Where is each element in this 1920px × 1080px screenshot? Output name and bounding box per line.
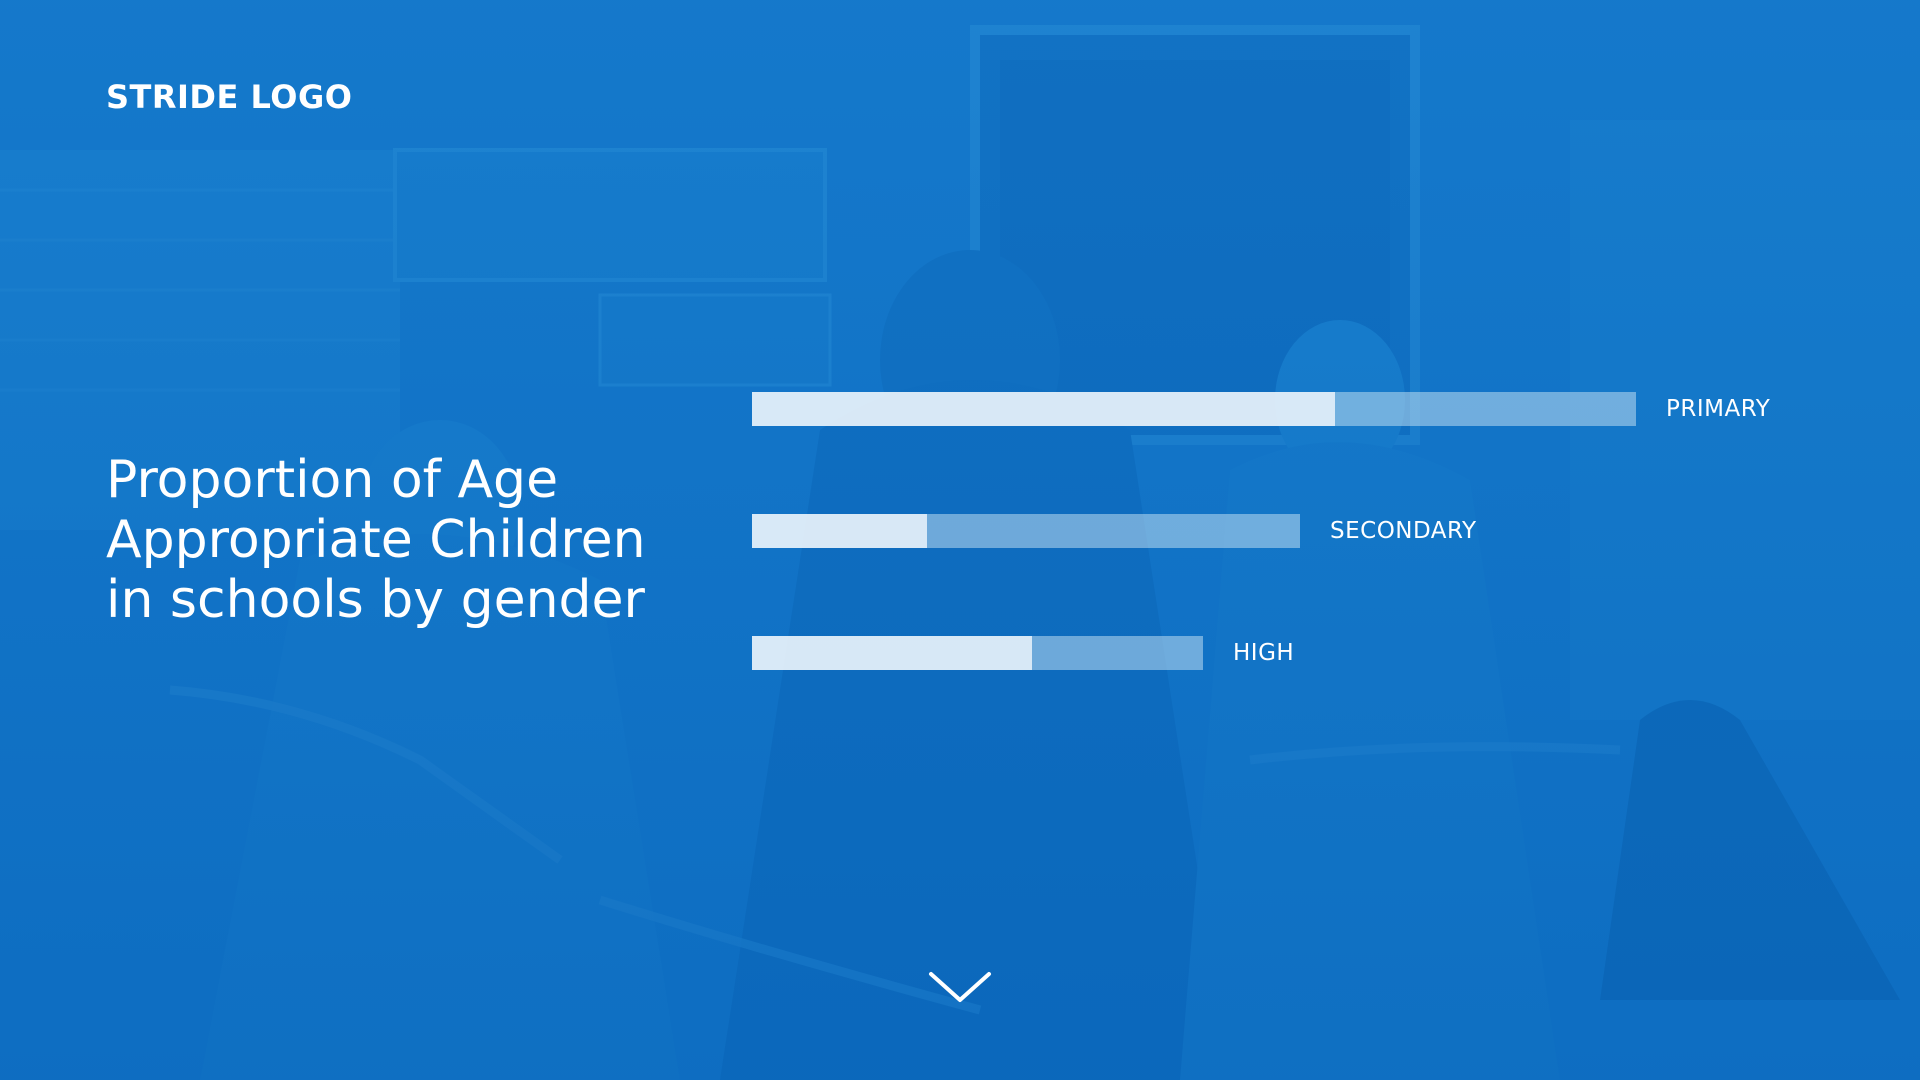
stride-logo[interactable]: STRIDE LOGO [106, 78, 352, 116]
page-title-line: Appropriate Children [106, 510, 646, 570]
slide: STRIDE LOGO Proportion of Age Appropriat… [0, 0, 1920, 1080]
page-title-line: Proportion of Age [106, 450, 559, 510]
page-title-line: in schools by gender [106, 570, 645, 630]
page-title: Proportion of Age Appropriate Children i… [106, 450, 706, 630]
chevron-down-icon[interactable] [928, 968, 992, 1008]
